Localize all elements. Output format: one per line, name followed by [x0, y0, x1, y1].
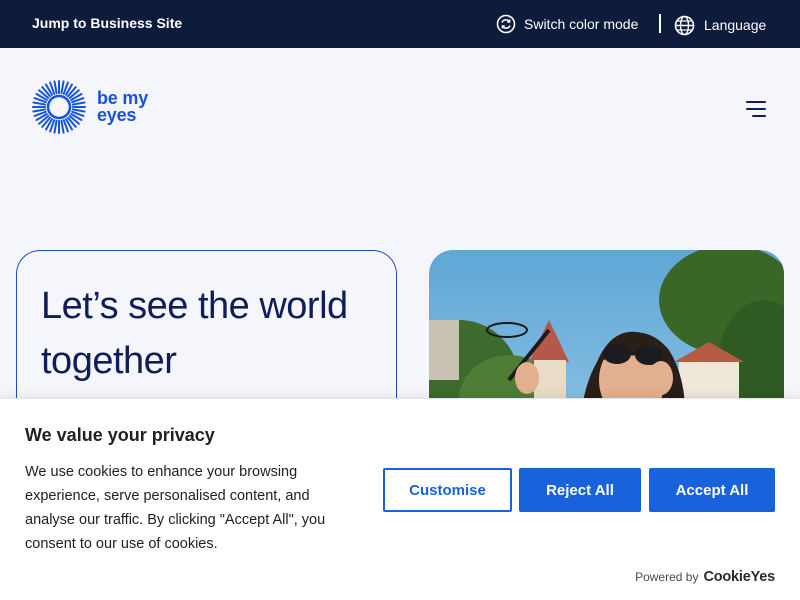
cookie-consent-banner: We value your privacy We use cookies to …	[0, 398, 800, 600]
globe-icon	[674, 15, 695, 35]
cookieyes-logo: CookieYes	[703, 569, 775, 585]
customise-button[interactable]: Customise	[383, 468, 512, 512]
color-mode-label: Switch color mode	[524, 16, 639, 32]
powered-by-label: Powered by	[635, 570, 699, 584]
logo-wordmark: be my eyes	[97, 89, 148, 125]
color-mode-icon	[496, 14, 516, 34]
cookie-title: We value your privacy	[25, 425, 215, 445]
sunburst-logo-icon	[32, 80, 86, 134]
reject-all-button[interactable]: Reject All	[519, 468, 641, 512]
accept-all-button[interactable]: Accept All	[649, 468, 775, 512]
cookie-description: We use cookies to enhance your browsing …	[25, 464, 326, 552]
switch-color-mode-button[interactable]: Switch color mode	[496, 12, 638, 36]
language-label: Language	[704, 17, 767, 33]
topbar-divider	[659, 14, 661, 33]
jump-to-business-link[interactable]: Jump to Business Site	[32, 15, 182, 31]
language-selector[interactable]: Language	[674, 13, 766, 37]
top-utility-bar: Jump to Business Site Switch color mode …	[0, 0, 800, 48]
hamburger-menu-icon[interactable]	[745, 100, 767, 118]
logo-line-2: eyes	[97, 105, 137, 125]
powered-by-cookieyes[interactable]: Powered by CookieYes	[635, 569, 775, 585]
site-header: be my eyes	[0, 48, 800, 168]
be-my-eyes-logo[interactable]: be my eyes	[32, 80, 162, 134]
hero-headline: Let’s see the world together	[41, 285, 348, 382]
